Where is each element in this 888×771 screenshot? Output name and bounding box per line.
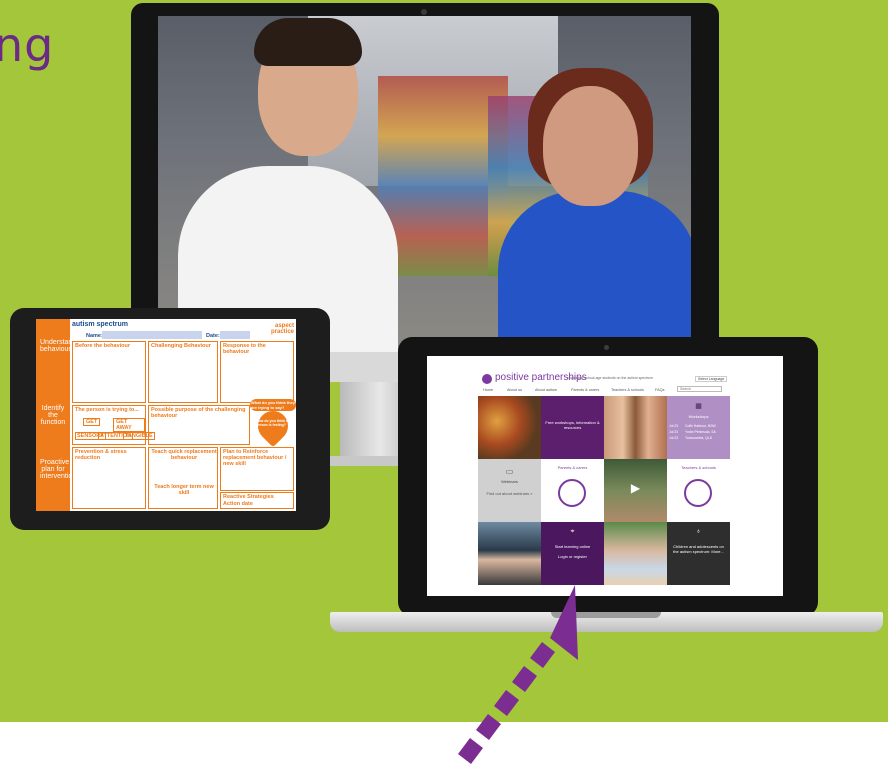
tile-faces[interactable] <box>604 396 667 459</box>
login-text[interactable]: Login or register <box>541 554 604 559</box>
monitor-icon: ▭ <box>505 467 514 476</box>
lightbulb-icon: ♁ <box>695 528 702 535</box>
reactive-box: Reactive Strategies Action date <box>220 492 294 509</box>
purpose-title: Possible purpose of the challenging beha… <box>151 407 246 419</box>
nav-parents[interactable]: Parents & carers <box>571 388 599 392</box>
tile-video[interactable]: ▶ <box>604 459 667 522</box>
woman-figure <box>498 191 691 352</box>
calendar-icon: ▦ <box>695 403 702 410</box>
webcam-icon <box>421 9 427 15</box>
workshop-date-2: Jul 23 <box>669 430 679 434</box>
behaviour-worksheet: Understand behaviour Identify the functi… <box>36 319 296 511</box>
option-get-away: GET AWAY <box>113 418 145 432</box>
nav-about-autism[interactable]: About autism <box>535 388 557 392</box>
workshop-date-1: Jul 23 <box>669 424 679 428</box>
section-understand: Understand behaviour <box>40 339 77 353</box>
name-field[interactable] <box>102 331 202 339</box>
name-label: Name: <box>86 333 103 339</box>
think-bubble: What do you think they are trying to say… <box>250 399 296 411</box>
reinforce-title: Plan to Reinforce replacement behaviour … <box>223 449 287 467</box>
arrow-dash-5 <box>458 738 483 764</box>
teach-title: Teach quick replacement behaviour <box>151 449 217 461</box>
woman-face <box>543 86 638 206</box>
workshops-title: Workshops <box>688 414 709 419</box>
nav-about-us[interactable]: About us <box>507 388 522 392</box>
laptop-webcam-icon <box>604 345 609 350</box>
trying-box: The person is trying to... GET GET AWAY … <box>72 405 155 445</box>
date-field[interactable] <box>220 331 250 339</box>
website-screen: positive partnerships supporting school-… <box>427 356 783 596</box>
action-date-title: Action date <box>223 501 253 507</box>
mouse-icon: ⌖ <box>570 528 575 535</box>
worksheet-brand: autism spectrum <box>72 321 129 328</box>
nav-home[interactable]: Home <box>483 388 493 392</box>
purpose-box: Possible purpose of the challenging beha… <box>148 405 250 445</box>
free-workshops-text: Free workshops, information & resources <box>545 420 600 430</box>
section-identify: Identify the function <box>40 405 66 426</box>
language-select[interactable]: Select Language <box>695 376 728 382</box>
tile-teachers[interactable]: Teachers & schools <box>667 459 730 522</box>
arrow-dash-3 <box>494 690 519 716</box>
workshop-date-3: Jul 23 <box>669 436 679 440</box>
site-header: positive partnerships supporting school-… <box>427 356 783 386</box>
workshop-place-1[interactable]: Coffs Harbour, NSW <box>685 424 716 428</box>
workshop-place-2[interactable]: Yorke Peninsula, SA <box>685 430 716 434</box>
teach-longer-title: Teach longer term new skill <box>154 484 214 496</box>
tile-family[interactable] <box>478 522 541 585</box>
tile-art[interactable] <box>478 396 541 459</box>
reinforce-box: Plan to Reinforce replacement behaviour … <box>220 447 294 491</box>
arrow-head <box>550 585 578 660</box>
tile-learning[interactable]: ⌖ Start learning online Login or registe… <box>541 522 604 585</box>
prevention-title: Prevention & stress reduction <box>75 449 127 461</box>
option-get: GET <box>83 418 101 426</box>
webinars-link[interactable]: Find out about webinars » <box>478 491 541 496</box>
start-learning-text[interactable]: Start learning online <box>541 544 604 549</box>
search-input[interactable]: Search <box>677 386 722 392</box>
nav-teachers[interactable]: Teachers & schools <box>611 388 644 392</box>
parents-icon <box>558 479 586 507</box>
pointer-arrow <box>458 585 578 764</box>
webinars-title: Webinars <box>501 479 518 484</box>
video-frame[interactable] <box>158 16 691 352</box>
response-title: Response to the behaviour <box>223 343 266 355</box>
before-title: Before the behaviour <box>75 343 131 349</box>
reactive-title: Reactive Strategies <box>223 494 274 500</box>
challenging-box: Challenging Behaviour <box>148 341 218 403</box>
page-heading-fragment: ng <box>0 18 55 72</box>
parents-title: Parents & carers <box>557 465 588 470</box>
arrow-dash-4 <box>476 714 501 740</box>
site-tagline: supporting school-age students on the au… <box>567 376 653 380</box>
tile-parents[interactable]: Parents & carers <box>541 459 604 522</box>
section-plan: Proactive plan for intervention <box>40 459 77 480</box>
student-hair <box>254 18 362 66</box>
intro-text[interactable]: Children and adolescents on the autism s… <box>673 544 724 554</box>
workshop-place-3[interactable]: Toowoomba, QLD <box>685 436 712 440</box>
response-box: Response to the behaviour <box>220 341 294 403</box>
site-logo-icon[interactable] <box>482 374 492 384</box>
tile-workshops[interactable]: ▦ Workshops Jul 23 Coffs Harbour, NSW Ju… <box>667 396 730 459</box>
nav-faqs[interactable]: FAQs <box>655 388 665 392</box>
trying-title: The person is trying to... <box>75 407 139 413</box>
arrow-dash-1 <box>530 642 555 668</box>
before-box: Before the behaviour <box>72 341 146 403</box>
partner-logo: aspect practice <box>270 323 294 335</box>
challenging-title: Challenging Behaviour <box>151 343 211 349</box>
heart-text: How do you think the person is feeling? <box>256 419 292 427</box>
tile-intro[interactable]: ♁ Children and adolescents on the autism… <box>667 522 730 585</box>
prevention-box: Prevention & stress reduction <box>72 447 146 509</box>
teach-box: Teach quick replacement behaviour Teach … <box>148 447 218 509</box>
tile-webinars[interactable]: ▭ Webinars Find out about webinars » <box>478 459 541 522</box>
arrow-dash-2 <box>512 666 537 692</box>
teachers-title: Teachers & schools <box>681 465 716 470</box>
teachers-icon <box>684 479 712 507</box>
tile-free-workshops[interactable]: Free workshops, information & resources <box>541 396 604 459</box>
tile-children[interactable] <box>604 522 667 585</box>
play-icon[interactable]: ▶ <box>604 481 667 495</box>
date-label: Date: <box>206 333 220 339</box>
worksheet-sidebar: Understand behaviour Identify the functi… <box>36 319 77 511</box>
